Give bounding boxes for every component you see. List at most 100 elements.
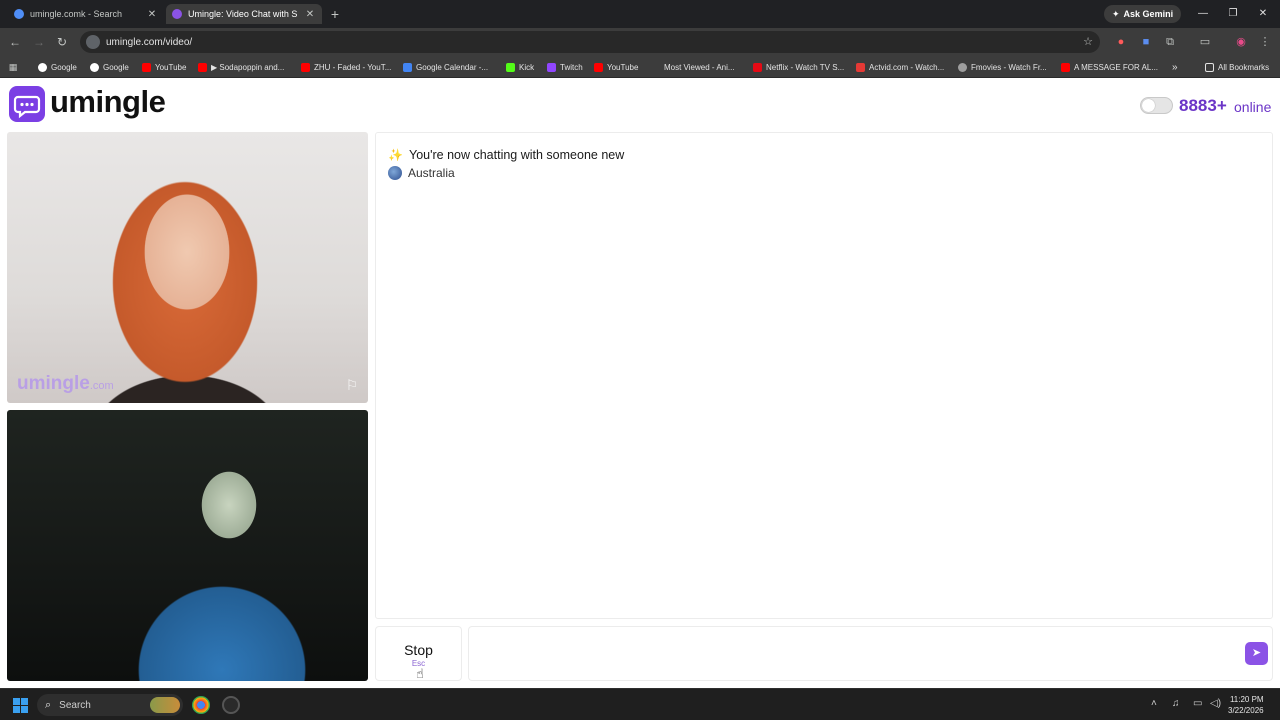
bookmark-item[interactable]: Netflix - Watch TV S... bbox=[753, 60, 844, 74]
adblock-extension-icon[interactable]: ● bbox=[1113, 34, 1129, 50]
bookmark-item[interactable]: YouTube bbox=[142, 60, 186, 74]
bookmark-item[interactable]: Twitch bbox=[547, 60, 583, 74]
bookmark-label: Twitch bbox=[560, 62, 583, 72]
site-logo-text[interactable]: umingle bbox=[50, 84, 166, 120]
watermark-name: umingle bbox=[17, 373, 90, 394]
close-tab-icon[interactable]: ✕ bbox=[304, 9, 316, 20]
browser-tabstrip: umingle.comk - Search ✕ Umingle: Video C… bbox=[0, 0, 1280, 28]
app-taskbar-icon[interactable] bbox=[222, 696, 240, 714]
country-flag-icon bbox=[388, 166, 402, 180]
bookmark-item[interactable]: ▶ Sodapoppin and... bbox=[198, 60, 284, 74]
bookmark-label: YouTube bbox=[155, 62, 187, 72]
tab-search-icon[interactable]: ▭ bbox=[1197, 34, 1213, 50]
profile-avatar-icon[interactable]: ◉ bbox=[1233, 34, 1249, 50]
bookmark-label: Netflix - Watch TV S... bbox=[766, 62, 845, 72]
forward-icon[interactable]: → bbox=[30, 33, 48, 51]
fmovies-icon bbox=[958, 62, 967, 72]
close-window-button[interactable]: ✕ bbox=[1253, 5, 1273, 23]
microphone-icon[interactable]: ♫ bbox=[1172, 698, 1180, 709]
taskbar-search[interactable]: ⌕ Search bbox=[37, 694, 183, 716]
bookmark-label: ▶ Sodapoppin and... bbox=[211, 62, 285, 72]
all-bookmarks-button[interactable]: All Bookmarks bbox=[1205, 60, 1269, 74]
extensions-puzzle-icon[interactable]: ⧉ bbox=[1162, 34, 1178, 50]
chrome-taskbar-icon[interactable] bbox=[192, 696, 210, 714]
back-icon[interactable]: ← bbox=[6, 33, 24, 51]
ask-gemini-label: Ask Gemini bbox=[1123, 9, 1174, 19]
bookmark-label: A MESSAGE FOR AL... bbox=[1074, 62, 1159, 72]
watermark-suffix: .com bbox=[89, 380, 114, 392]
bookmarks-bar: ▦ Google Google YouTube ▶ Sodapoppin and… bbox=[0, 56, 1280, 78]
google-icon bbox=[90, 62, 99, 72]
system-message-text: You're now chatting with someone new bbox=[409, 148, 625, 162]
umingle-icon bbox=[172, 9, 182, 19]
close-tab-icon[interactable]: ✕ bbox=[146, 9, 158, 20]
youtube-icon bbox=[301, 62, 310, 72]
bookmark-label: Google bbox=[51, 62, 77, 72]
bookmark-item[interactable]: Fmovies - Watch Fr... bbox=[958, 60, 1047, 74]
tab-search[interactable]: umingle.comk - Search ✕ bbox=[8, 4, 164, 24]
network-icon[interactable]: ▭ bbox=[1193, 698, 1202, 709]
bookmarks-overflow-button[interactable]: » bbox=[1172, 60, 1178, 74]
bookmark-item[interactable]: Actvid.com - Watch... bbox=[856, 60, 944, 74]
bookmark-item[interactable]: Kick bbox=[506, 60, 534, 74]
reload-icon[interactable]: ↻ bbox=[53, 33, 71, 51]
youtube-icon bbox=[198, 62, 207, 72]
bookmark-item[interactable]: Google bbox=[90, 60, 129, 74]
tray-overflow-icon[interactable]: ˄ bbox=[1151, 698, 1157, 709]
clock-date: 3/22/2026 bbox=[1228, 706, 1264, 715]
taskbar: ⌕ Search ˄ ♫ ▭ ◁) 11:20 PM 3/22/2026 bbox=[0, 688, 1280, 720]
bookmark-label: ZHU - Faded - YouT... bbox=[314, 62, 392, 72]
bookmark-label: Fmovies - Watch Fr... bbox=[971, 62, 1047, 72]
message-box bbox=[468, 626, 1273, 681]
bookmark-label: Kick bbox=[519, 62, 535, 72]
umingle-logo-icon[interactable] bbox=[9, 86, 45, 122]
bookmark-item[interactable]: A MESSAGE FOR AL... bbox=[1061, 60, 1158, 74]
minimize-button[interactable]: — bbox=[1193, 5, 1213, 23]
tab-umingle[interactable]: Umingle: Video Chat with S ✕ bbox=[166, 4, 322, 24]
send-button[interactable]: ➤ bbox=[1245, 642, 1268, 665]
bookmark-label: Google bbox=[103, 62, 129, 72]
calendar-icon bbox=[403, 62, 412, 72]
all-bookmarks-label: All Bookmarks bbox=[1218, 62, 1270, 72]
actvid-icon bbox=[856, 62, 865, 72]
site-info-icon[interactable] bbox=[86, 35, 100, 49]
apps-grid-icon[interactable]: ▦ bbox=[5, 59, 21, 75]
theme-toggle[interactable] bbox=[1140, 97, 1173, 114]
gemini-icon: ✦ bbox=[1112, 8, 1120, 19]
bookmark-item[interactable]: Most Viewed - Ani... bbox=[651, 60, 735, 74]
ask-gemini-button[interactable]: ✦ Ask Gemini bbox=[1104, 5, 1182, 23]
extension-icon[interactable]: ■ bbox=[1138, 34, 1154, 50]
bookmark-star-icon[interactable]: ☆ bbox=[1080, 34, 1096, 50]
browser-menu-icon[interactable]: ⋮ bbox=[1257, 34, 1273, 50]
volume-icon[interactable]: ◁) bbox=[1210, 698, 1221, 709]
report-flag-icon[interactable]: ⚐ bbox=[344, 377, 360, 393]
sparkles-icon: ✨ bbox=[388, 148, 403, 162]
bing-icon bbox=[14, 9, 24, 19]
bookmark-item[interactable]: ZHU - Faded - YouT... bbox=[301, 60, 391, 74]
youtube-icon bbox=[594, 62, 603, 72]
bookmark-label: YouTube bbox=[607, 62, 639, 72]
chat-bubble-icon bbox=[13, 95, 41, 119]
windows-start-icon[interactable] bbox=[13, 698, 28, 713]
google-icon bbox=[38, 62, 47, 72]
tab-title: Umingle: Video Chat with S bbox=[188, 9, 298, 19]
twitch-icon bbox=[547, 62, 556, 72]
search-icon: ⌕ bbox=[45, 698, 52, 711]
address-bar[interactable]: umingle.com/video/ bbox=[80, 31, 1100, 53]
bookmark-item[interactable]: YouTube bbox=[594, 60, 638, 74]
new-tab-button[interactable]: + bbox=[328, 5, 342, 23]
system-message: ✨ You're now chatting with someone new bbox=[388, 148, 624, 162]
youtube-icon bbox=[142, 62, 151, 72]
folder-icon bbox=[1205, 62, 1214, 72]
site-header bbox=[0, 79, 1280, 131]
system-clock[interactable]: 11:20 PM 3/22/2026 bbox=[1228, 694, 1264, 716]
message-input[interactable] bbox=[479, 643, 1219, 665]
bookmark-item[interactable]: Google Calendar -... bbox=[403, 60, 488, 74]
url-text: umingle.com/video/ bbox=[106, 36, 193, 48]
maximize-button[interactable]: ❐ bbox=[1223, 5, 1243, 23]
youtube-icon bbox=[1061, 62, 1070, 72]
online-label: online bbox=[1234, 99, 1272, 115]
bookmark-label: Most Viewed - Ani... bbox=[664, 62, 735, 72]
bookmark-item[interactable]: Google bbox=[38, 60, 77, 74]
kick-icon bbox=[506, 62, 515, 72]
